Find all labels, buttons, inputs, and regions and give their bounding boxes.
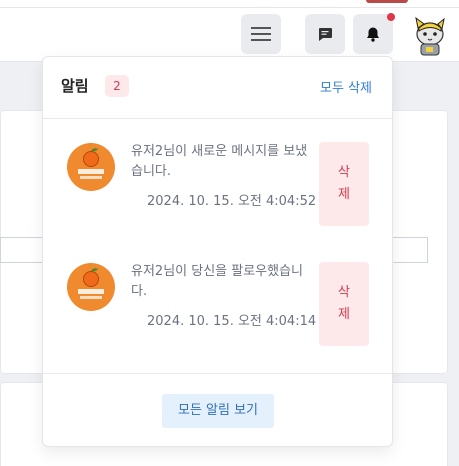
dropdown-footer: 모든 알림 보기 — [43, 373, 392, 447]
cat-avatar-icon — [408, 14, 450, 56]
notification-count-badge: 2 — [105, 75, 129, 97]
bell-icon — [367, 27, 379, 42]
sender-avatar — [66, 262, 116, 312]
chat-icon — [319, 28, 332, 41]
menu-button[interactable] — [241, 14, 281, 54]
sender-avatar — [66, 142, 116, 192]
chat-button[interactable] — [305, 14, 345, 54]
notification-message: 유저2님이 당신을 팔로우했습니다. — [131, 264, 304, 299]
delete-notification-button[interactable]: 삭제 — [319, 262, 369, 346]
notification-dropdown: 알림 2 모두 삭제 유저2님이 새로운 메시지를 보냈습니다. 2024. 1… — [42, 56, 393, 447]
view-all-notifications-button[interactable]: 모든 알림 보기 — [162, 394, 274, 428]
user-avatar-button[interactable] — [408, 14, 450, 56]
hamburger-icon — [251, 27, 271, 41]
notification-bell-button[interactable] — [353, 14, 393, 54]
top-red-tab — [366, 0, 408, 3]
dropdown-title: 알림 — [61, 77, 89, 95]
notification-item[interactable]: 유저2님이 당신을 팔로우했습니다. 2024. 10. 15. 오전 4:04… — [43, 262, 392, 362]
notification-message: 유저2님이 새로운 메시지를 보냈습니다. — [131, 144, 308, 179]
notification-item[interactable]: 유저2님이 새로운 메시지를 보냈습니다. 2024. 10. 15. 오전 4… — [43, 142, 392, 242]
notification-time: 2024. 10. 15. 오전 4:04:52 — [147, 194, 317, 209]
notification-dot — [387, 13, 395, 21]
tangerine-logo-icon — [67, 143, 115, 191]
dropdown-header: 알림 2 모두 삭제 — [43, 57, 392, 119]
clear-all-link[interactable]: 모두 삭제 — [320, 77, 372, 96]
delete-notification-button[interactable]: 삭제 — [319, 142, 369, 226]
notification-time: 2024. 10. 15. 오전 4:04:14 — [147, 314, 317, 329]
tangerine-logo-icon — [67, 263, 115, 311]
